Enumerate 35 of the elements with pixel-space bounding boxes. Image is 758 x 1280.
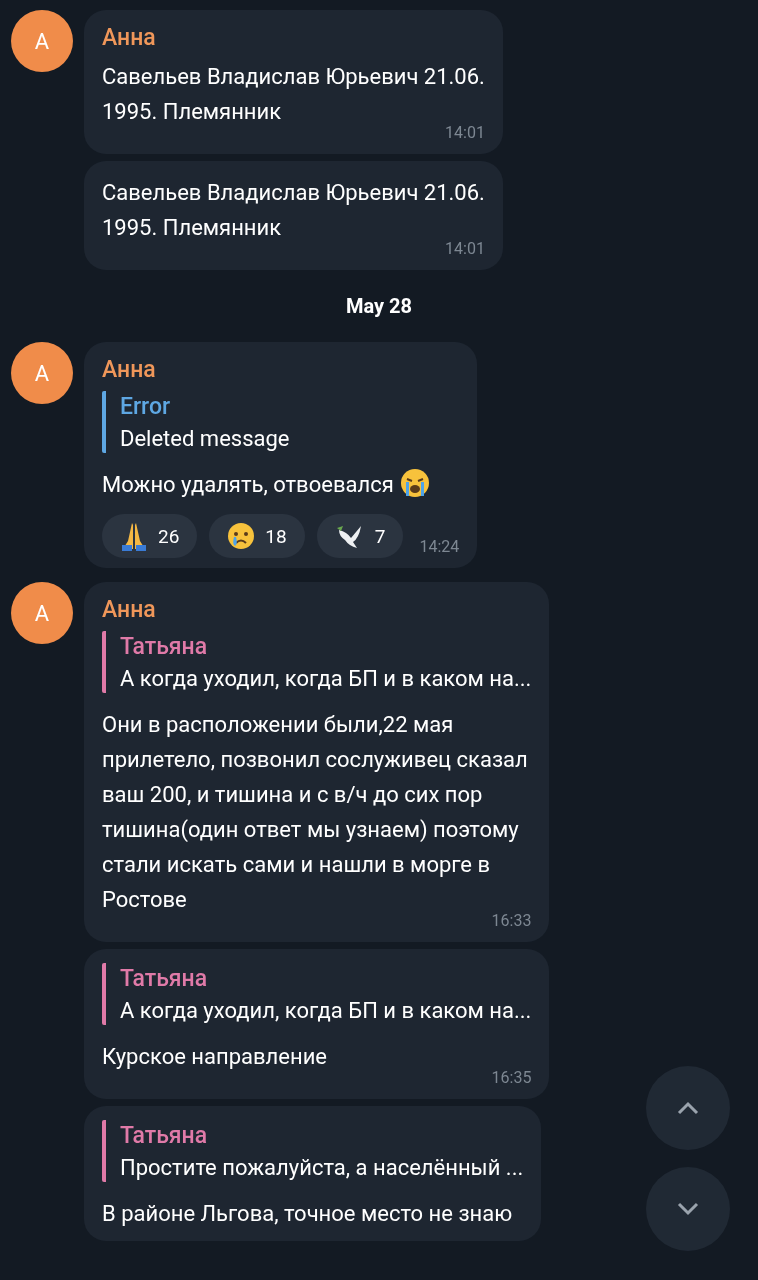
message-text: В районе Льгова, точное место не знаю: [102, 1201, 513, 1226]
reply-quote[interactable]: Татьяна А когда уходил, когда БП и в каком на...: [102, 963, 532, 1025]
reply-text: А когда уходил, когда БП и в каком на...: [120, 666, 532, 691]
reaction-chip[interactable]: 18: [209, 514, 305, 558]
date-separator: May 28: [345, 293, 413, 320]
reply-quote[interactable]: Татьяна Простите пожалуйста, а населённый ...: [102, 1120, 524, 1182]
message-text: Можно удалять, отвоевался: [102, 472, 394, 497]
reply-author: Татьяна: [120, 1122, 209, 1149]
reply-text: А когда уходил, когда БП и в каком на...: [120, 998, 532, 1023]
praying-hands-icon: [120, 521, 148, 551]
sender-name: Анна: [102, 24, 157, 51]
message-text: Курское направление: [102, 1044, 327, 1069]
message-time: 14:01: [445, 123, 485, 144]
message-time: 14:01: [445, 239, 485, 260]
chevron-down-icon: [677, 1202, 699, 1216]
message-time: 16:33: [491, 911, 532, 932]
message-time: 14:24: [419, 537, 460, 558]
chevron-up-icon: [677, 1101, 699, 1115]
reply-author: Татьяна: [120, 965, 209, 992]
crying-face-icon: [399, 468, 430, 498]
reply-quote[interactable]: Татьяна А когда уходил, когда БП и в каком на...: [102, 631, 532, 693]
reaction-chip[interactable]: 26: [102, 514, 198, 558]
crying-face-icon: [227, 522, 256, 550]
message-text: Савельев Владислав Юрьевич 21.06. 1995. Племянник: [102, 64, 485, 124]
message-time: 16:35: [491, 1068, 532, 1089]
reply-quote[interactable]: Error Deleted message: [102, 391, 460, 453]
message-text: Савельев Владислав Юрьевич 21.06. 1995. Племянник: [102, 180, 485, 240]
reply-text: Deleted message: [120, 426, 291, 451]
sender-name: Анна: [102, 356, 157, 383]
reply-text: Простите пожалуйста, а населённый ...: [120, 1155, 524, 1180]
reply-author: Error: [120, 393, 172, 420]
reaction-chip[interactable]: 7: [316, 514, 404, 558]
reply-author: Татьяна: [120, 633, 209, 660]
message-text: Они в расположении были,22 мая прилетело, позвонил сослуживец сказал ваш 200, и тишина и с в/ч до сих пор тишина(один ответ мы узнаем) поэтому стали искать сами и нашли в морге в Ростове: [102, 712, 528, 912]
sender-name: Анна: [102, 596, 157, 623]
